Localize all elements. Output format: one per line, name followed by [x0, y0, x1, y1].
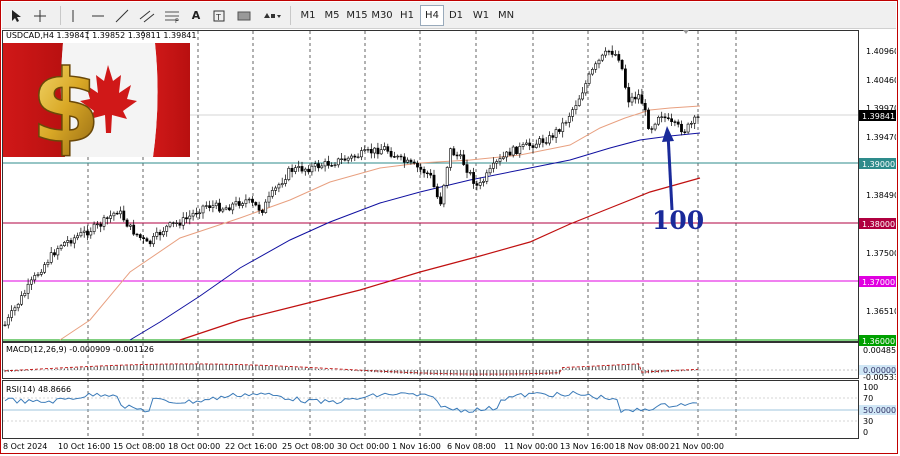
vertical-line-icon[interactable] — [66, 5, 80, 26]
symbol-info: USDCAD,H4 1.39841 1.39852 1.39811 1.3984… — [6, 31, 197, 40]
time-axis: 8 Oct 2024 10 Oct 16:00 15 Oct 08:00 18 … — [3, 442, 724, 451]
timeframe-m1[interactable]: M1 — [296, 5, 320, 26]
level-tag-text: 1.37000 — [862, 278, 895, 287]
time-label: 1 Nov 16:00 — [392, 442, 441, 451]
time-label: 13 Nov 16:00 — [560, 442, 614, 451]
horizontal-line-icon[interactable] — [90, 5, 106, 26]
usd-cad-logo-image: $ — [3, 43, 190, 157]
shapes-icon[interactable] — [261, 5, 283, 26]
time-label: 11 Nov 00:00 — [504, 442, 558, 451]
rsi-axis-label: 0 — [863, 428, 868, 437]
timeframe-d1[interactable]: D1 — [444, 5, 468, 26]
price-label: 1.39470 — [866, 133, 896, 142]
time-label: 8 Oct 2024 — [3, 442, 47, 451]
level-tag-text: 1.39000 — [862, 160, 895, 169]
macd-axis-label: -0.005335 — [863, 373, 896, 382]
toolbar: F A T M1 M5 M15 M30 H1 H4 D1 W1 MN — [2, 2, 896, 29]
rsi-axis-label: 100 — [863, 383, 878, 392]
trendline-icon[interactable] — [114, 5, 130, 26]
price-label: 1.38490 — [866, 191, 896, 200]
svg-text:F: F — [175, 18, 179, 23]
rsi-axis-label: 70 — [863, 394, 873, 403]
macd-axis-label: 0.004852 — [863, 346, 896, 355]
time-label: 22 Oct 16:00 — [225, 442, 277, 451]
text-icon[interactable]: A — [188, 5, 204, 26]
timeframe-h4[interactable]: H4 — [420, 5, 444, 26]
svg-text:T: T — [215, 13, 221, 22]
timeframe-m30[interactable]: M30 — [370, 5, 394, 26]
time-label: 21 Nov 00:00 — [670, 442, 724, 451]
annotation-text: 100 — [652, 206, 705, 235]
time-label: 18 Oct 00:00 — [168, 442, 220, 451]
cursor-icon[interactable] — [8, 5, 24, 26]
level-tag-text: 1.36000 — [862, 337, 895, 346]
timeframe-m5[interactable]: M5 — [320, 5, 344, 26]
timeframe-h1[interactable]: H1 — [395, 5, 419, 26]
fibonacci-icon[interactable]: F — [163, 5, 181, 26]
time-label: 25 Oct 08:00 — [282, 442, 334, 451]
level-tag-text: 1.38000 — [862, 220, 895, 229]
price-label: 1.40960 — [866, 47, 896, 56]
time-label: 6 Nov 08:00 — [447, 442, 496, 451]
channel-icon[interactable] — [138, 5, 156, 26]
label-icon[interactable]: T — [211, 5, 227, 26]
time-label: 15 Oct 08:00 — [113, 442, 165, 451]
timeframe-w1[interactable]: W1 — [469, 5, 493, 26]
time-label: 30 Oct 00:00 — [337, 442, 389, 451]
price-label: 1.37500 — [866, 249, 896, 258]
price-label: 1.36510 — [866, 307, 896, 316]
timeframe-m15[interactable]: M15 — [345, 5, 369, 26]
time-label: 18 Nov 08:00 — [615, 442, 669, 451]
rsi-axis-label: 30 — [863, 417, 873, 426]
crosshair-icon[interactable] — [32, 5, 48, 26]
rsi-axis-label: 50.0000 — [863, 406, 896, 415]
svg-text:$: $ — [31, 48, 101, 157]
rsi-pane[interactable] — [2, 380, 859, 439]
timeframe-mn[interactable]: MN — [494, 5, 518, 26]
macd-label: MACD(12,26,9) -0.000909 -0.001126 — [6, 345, 154, 354]
rectangle-icon[interactable] — [235, 5, 253, 26]
time-label: 10 Oct 16:00 — [58, 442, 110, 451]
price-label: 1.40460 — [866, 76, 896, 85]
rsi-label: RSI(14) 48.8666 — [6, 385, 72, 394]
current-price-text: 1.39841 — [862, 112, 895, 121]
